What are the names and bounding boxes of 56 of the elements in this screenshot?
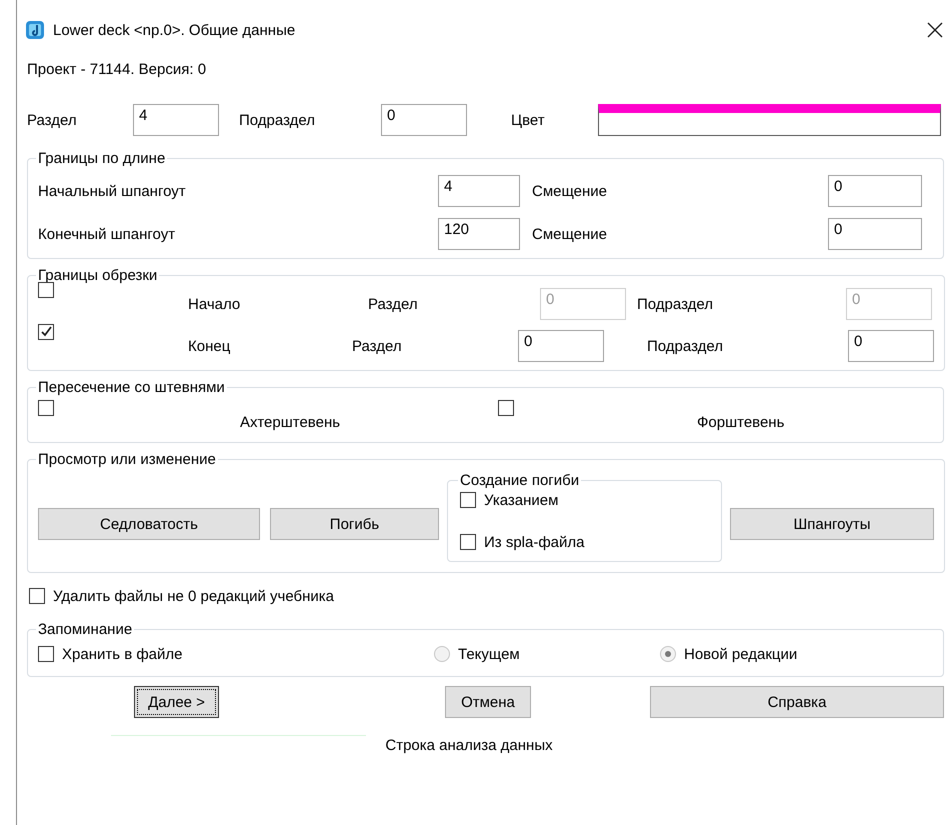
checkbox[interactable] — [460, 534, 476, 550]
project-info: Проект - 71144. Версия: 0 — [27, 61, 206, 78]
dialog-button[interactable]: Далее > — [134, 686, 219, 718]
dialog-button[interactable]: Справка — [650, 686, 944, 718]
input-field[interactable]: 0 — [848, 330, 934, 362]
action-button[interactable]: Шпангоуты — [730, 508, 934, 540]
field-label: Подраздел — [636, 296, 714, 312]
field-label: Начальный шпангоут — [38, 182, 187, 200]
field-label: Раздел — [368, 296, 419, 312]
radio-button[interactable] — [434, 646, 450, 662]
action-button[interactable]: Погибь — [270, 508, 439, 540]
option-label: Удалить файлы не 0 редакций учебника — [53, 588, 334, 604]
input-field[interactable]: 0 — [381, 104, 467, 136]
field-label: Подраздел — [238, 112, 316, 128]
checkbox[interactable] — [498, 400, 514, 416]
app-icon — [25, 20, 45, 40]
input-field[interactable]: 4 — [133, 104, 219, 136]
input-field[interactable]: 0 — [828, 175, 922, 207]
group-title: Пересечение со штевнями — [37, 379, 226, 396]
group-title: Создание погиби — [459, 472, 580, 489]
checkbox[interactable] — [29, 588, 45, 604]
option-label: Ахтерштевень — [240, 414, 342, 430]
field-label: Раздел — [352, 338, 403, 354]
window-title: Lower deck <np.0>. Общие данные — [53, 22, 296, 38]
option-label: Форштевень — [697, 414, 786, 430]
field-label: Подраздел — [646, 338, 724, 354]
field-label: Раздел — [27, 112, 78, 128]
status-text: Строка анализа данных — [385, 737, 553, 754]
option-label: Начало — [188, 296, 242, 312]
close-icon[interactable] — [927, 22, 943, 38]
input-field[interactable]: 0 — [518, 330, 604, 362]
field-label: Конечный шпангоут — [38, 226, 176, 242]
option-label: Хранить в файле — [62, 646, 182, 662]
group-title: Границы обрезки — [37, 267, 158, 284]
input-field[interactable]: 0 — [828, 218, 922, 250]
input-field[interactable]: 120 — [438, 218, 520, 250]
color-swatch[interactable] — [598, 104, 941, 136]
input-field[interactable]: 4 — [438, 175, 520, 207]
group-title: Границы по длине — [37, 150, 166, 167]
option-label: Новой редакции — [684, 646, 798, 662]
checkbox[interactable] — [460, 492, 476, 508]
option-label: Из spla-файла — [484, 534, 584, 550]
checkbox[interactable] — [38, 324, 54, 340]
radio-button[interactable] — [660, 646, 676, 662]
group-title: Просмотр или изменение — [37, 451, 217, 468]
group-title: Запоминание — [37, 621, 134, 638]
checkbox[interactable] — [38, 400, 54, 416]
field-label: Смещение — [531, 182, 608, 200]
field-label: Смещение — [531, 226, 608, 242]
dialog-button[interactable]: Отмена — [445, 686, 531, 718]
option-label: Текущем — [458, 646, 520, 662]
option-label: Указанием — [484, 492, 558, 508]
option-label: Конец — [188, 338, 232, 354]
field-label: Цвет — [510, 112, 546, 128]
checkbox[interactable] — [38, 646, 54, 662]
action-button[interactable]: Седловатость — [38, 508, 260, 540]
